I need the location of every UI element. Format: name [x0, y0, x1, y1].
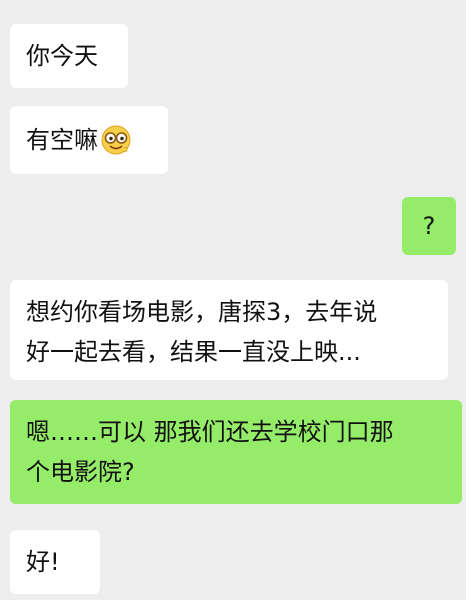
- chat-message-list: 你今天 有空嘛 ? 想约你看场电影，唐探3，去年说 好一起去看，结果一直没上映.…: [0, 0, 466, 600]
- received-message-bubble[interactable]: 有空嘛: [10, 106, 168, 174]
- message-text-line: 嗯……可以 那我们还去学校门口那: [26, 418, 394, 446]
- message-text: 有空嘛: [26, 126, 98, 154]
- received-message-bubble[interactable]: 你今天: [10, 24, 128, 88]
- message-text: 好!: [26, 548, 60, 576]
- message-text-line: 好一起去看，结果一直没上映...: [26, 338, 361, 366]
- message-text-line: 个电影院?: [26, 458, 135, 486]
- received-message-bubble[interactable]: 好!: [10, 530, 100, 594]
- sent-message-bubble[interactable]: ?: [402, 197, 456, 255]
- received-message-bubble[interactable]: 想约你看场电影，唐探3，去年说 好一起去看，结果一直没上映...: [10, 280, 448, 380]
- message-text: ?: [422, 212, 436, 240]
- smiling-face-with-glasses-icon: [101, 125, 131, 155]
- message-text: 你今天: [26, 42, 98, 70]
- sent-message-bubble[interactable]: 嗯……可以 那我们还去学校门口那 个电影院?: [10, 400, 462, 504]
- message-text-line: 想约你看场电影，唐探3，去年说: [26, 298, 378, 326]
